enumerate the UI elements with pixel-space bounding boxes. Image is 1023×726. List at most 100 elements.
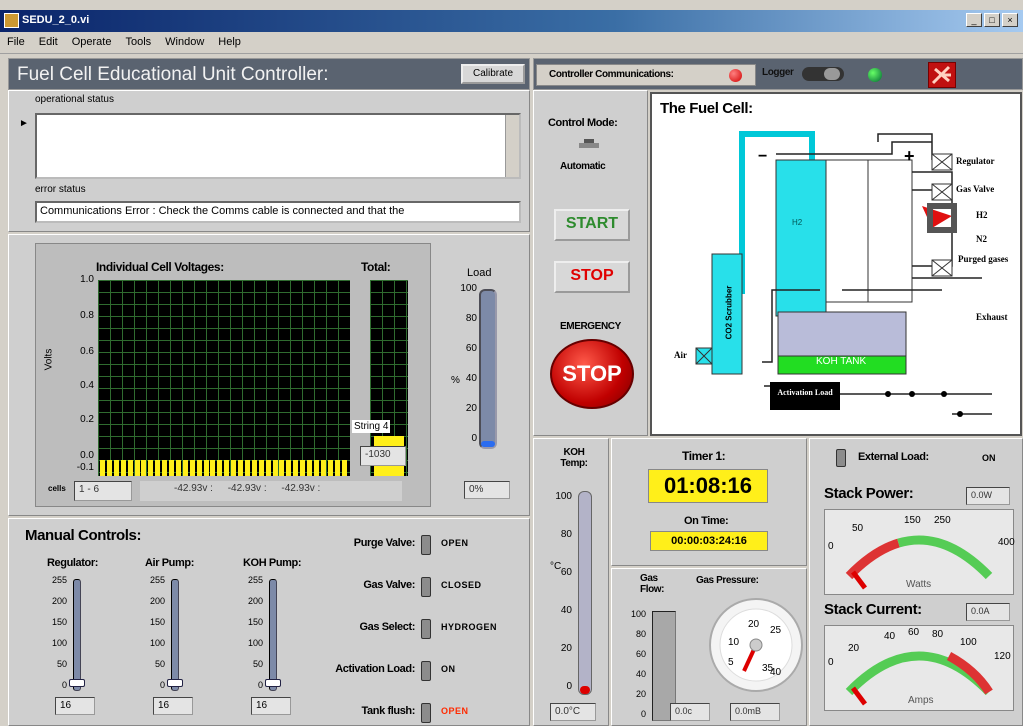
slider-thumb[interactable] (167, 679, 183, 687)
menu-edit[interactable]: Edit (32, 32, 65, 48)
start-button[interactable]: START (554, 209, 630, 241)
cell-voltage-bar (182, 460, 188, 476)
load-slider[interactable] (479, 289, 497, 449)
comms-indicator: Controller Communications: (536, 64, 756, 86)
load-value[interactable]: 0% (464, 481, 510, 499)
cell-voltage-bar (210, 460, 216, 476)
exhaust-label: Exhaust (976, 312, 1008, 322)
power-tick: 0 (828, 541, 834, 552)
control-mode-value: Automatic (560, 161, 606, 172)
current-tick: 80 (932, 629, 944, 640)
cell-value: -42.93v : (227, 483, 267, 494)
slider-value[interactable]: 16 (153, 697, 193, 715)
toggle-switch[interactable] (421, 619, 431, 639)
slider-track[interactable] (73, 579, 81, 691)
emergency-label: EMERGENCY (560, 321, 621, 332)
voltage-bars (100, 458, 348, 476)
gas-pressure-tick: 25 (770, 625, 782, 636)
control-mode-label: Control Mode: (548, 117, 618, 129)
menu-window[interactable]: Window (158, 32, 211, 48)
total-label: Total: (361, 260, 391, 274)
external-load-label: External Load: (858, 451, 929, 463)
regulator-label: Regulator (956, 156, 995, 166)
operational-status-field[interactable] (35, 113, 521, 179)
menu-tools[interactable]: Tools (118, 32, 158, 48)
slider-tick: 255 (149, 575, 165, 585)
voltage-y-tick: -0.1 (76, 462, 94, 473)
stop-button[interactable]: STOP (554, 261, 630, 293)
toggle-switch[interactable] (421, 535, 431, 555)
gas-pressure-label: Gas Pressure: (696, 575, 759, 586)
cell-voltage-bar (203, 460, 209, 476)
current-tick: 0 (828, 657, 834, 668)
cell-value: -42.93v : (281, 483, 321, 494)
timer-panel: Timer 1: 01:08:16 On Time: 00:00:03:24:1… (611, 438, 807, 566)
switch-label: Gas Valve: (363, 579, 415, 591)
toggle-switch[interactable] (421, 577, 431, 597)
slider-tick: 100 (51, 638, 67, 648)
error-status-field[interactable]: Communications Error : Check the Comms c… (35, 201, 521, 223)
cell-voltage-bar (106, 460, 112, 476)
status-panel: operational status ► error status Commun… (8, 90, 530, 232)
koh-tick: 80 (560, 529, 572, 540)
cell-voltage-bar (231, 460, 237, 476)
menu-file[interactable]: File (0, 32, 32, 48)
n2-label: N2 (976, 234, 987, 244)
slider-track[interactable] (171, 579, 179, 691)
menu-operate[interactable]: Operate (65, 32, 119, 48)
status-scrollbar[interactable] (505, 115, 519, 177)
logger-toggle[interactable] (802, 67, 844, 81)
switch-label: Activation Load: (335, 663, 415, 675)
purged-gases-label: Purged gases (958, 254, 1009, 264)
voltage-chart-title: Individual Cell Voltages: (96, 260, 224, 274)
koh-tank-label: KOH TANK (816, 356, 867, 367)
menu-help[interactable]: Help (211, 32, 248, 48)
gas-pressure-tick: 10 (728, 637, 740, 648)
slider-tick: 200 (149, 596, 165, 606)
slider-value[interactable]: 16 (251, 697, 291, 715)
cell-voltage-bar (134, 460, 140, 476)
switch-label: Purge Valve: (353, 537, 416, 549)
koh-temp-label: KOH Temp: (560, 447, 588, 469)
volts-axis-label: Volts (43, 348, 55, 371)
koh-temp-panel: KOH Temp: 100 80 60 40 20 0 °C 0.0°C (533, 438, 609, 726)
calibrate-button[interactable]: Calibrate (461, 64, 525, 84)
slider-track[interactable] (269, 579, 277, 691)
voltage-plot (98, 280, 350, 476)
voltage-chart-frame: Individual Cell Voltages: Total: Volts 1… (35, 243, 431, 507)
emergency-stop-button[interactable]: STOP (550, 339, 634, 409)
close-button[interactable]: × (1002, 13, 1018, 27)
toggle-switch[interactable] (421, 661, 431, 681)
toggle-switch[interactable] (421, 703, 431, 723)
error-status-label: error status (35, 184, 86, 195)
activation-load-label: Activation Load (777, 388, 833, 397)
gas-pressure-tick: 5 (728, 657, 734, 668)
h2-label: H2 (976, 210, 988, 220)
gas-flow-value: 0.0c (670, 703, 710, 721)
cell-voltage-bar (313, 460, 319, 476)
control-mode-switch[interactable] (578, 139, 600, 151)
stack-power-label: Stack Power: (824, 485, 914, 502)
current-unit: Amps (908, 695, 934, 706)
slider-thumb[interactable] (265, 679, 281, 687)
comms-led-icon (729, 69, 742, 82)
manual-controls-panel: Manual Controls: Regulator: 255 200 150 100 5… (8, 518, 530, 726)
slider-thumb[interactable] (69, 679, 85, 687)
gas-pressure-value: 0.0mB (730, 703, 780, 721)
slider-tick: 255 (51, 575, 67, 585)
minimize-button[interactable]: _ (966, 13, 982, 27)
maximize-button[interactable]: □ (984, 13, 1000, 27)
cells-selector[interactable]: 1 - 6 (74, 481, 132, 501)
on-time-label: On Time: (684, 515, 729, 527)
power-tick: 50 (852, 523, 864, 534)
power-tick: 400 (998, 537, 1015, 548)
control-panel: Control Mode: Automatic START STOP EMERG… (533, 90, 648, 436)
koh-tick: 100 (555, 491, 572, 502)
gas-flow-tick: 60 (635, 649, 646, 659)
scrubber-label: CO2 Scrubber (724, 285, 734, 340)
current-tick: 40 (884, 631, 896, 642)
external-load-switch[interactable] (836, 449, 846, 467)
cell-voltage-bar (279, 460, 285, 476)
koh-thermometer (578, 491, 592, 695)
slider-value[interactable]: 16 (55, 697, 95, 715)
